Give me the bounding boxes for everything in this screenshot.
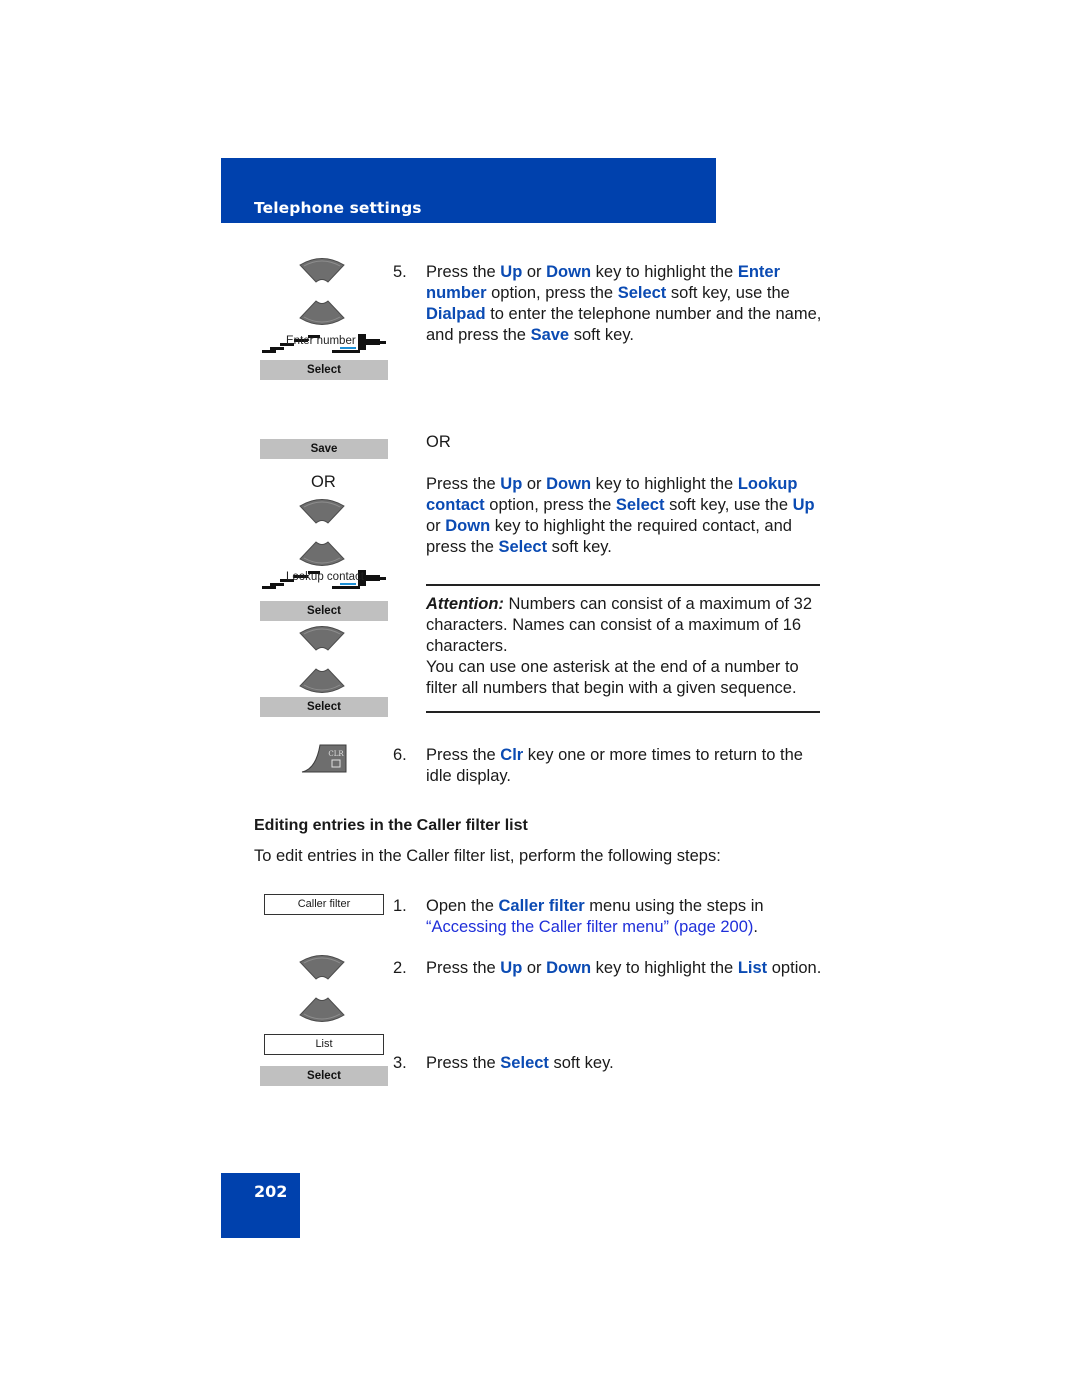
text-run: Press the — [426, 1054, 501, 1072]
clr-key-label: CLR — [328, 750, 344, 758]
attention-bottom-rule — [426, 711, 820, 713]
step-number: 1. — [393, 897, 407, 915]
select-softkey[interactable]: Select — [260, 1066, 388, 1086]
keyword: Up — [792, 496, 815, 514]
step-1-text: Open the Caller filter menu using the st… — [426, 896, 826, 938]
text-run: option, press the — [484, 496, 616, 514]
step-number: 3. — [393, 1054, 407, 1072]
cross-reference-link[interactable]: “Accessing the Caller filter menu” (page… — [426, 918, 753, 936]
text-run: soft key. — [547, 538, 612, 556]
step-3-text: Press the Select soft key. — [426, 1053, 826, 1074]
text-run: option. — [767, 959, 822, 977]
keyword: List — [737, 959, 768, 977]
section-heading: Editing entries in the Caller filter lis… — [254, 817, 528, 834]
text-run: menu using the steps in — [584, 897, 764, 915]
keyword: Down — [445, 517, 491, 535]
keyword: Up — [500, 959, 523, 977]
text-run: Press the — [426, 746, 501, 764]
text-run: key to highlight the — [591, 475, 738, 493]
lookup-contact-menu-item: Lookup contact — [286, 571, 365, 583]
keyword: Down — [546, 263, 592, 281]
page-number: 202 — [254, 1182, 288, 1201]
text-run: key to highlight the — [591, 959, 738, 977]
clr-key-icon[interactable]: CLR — [300, 743, 348, 773]
text-run: . — [753, 918, 758, 936]
caller-filter-menu-item: Caller filter — [264, 894, 384, 915]
text-run: or — [522, 263, 547, 281]
keyword: Select — [617, 284, 667, 302]
up-key-icon — [299, 955, 345, 980]
or-label: OR — [311, 473, 336, 491]
text-run: soft key. — [548, 1054, 614, 1072]
or-separator: OR — [426, 433, 451, 451]
step-2-text: Press the Up or Down key to highlight th… — [426, 958, 826, 979]
keyword: Save — [530, 326, 570, 344]
text-run: option, press the — [486, 284, 618, 302]
up-key-icon — [299, 626, 345, 651]
select-softkey[interactable]: Select — [260, 601, 388, 621]
text-run: key to highlight the — [591, 263, 738, 281]
select-softkey[interactable]: Select — [260, 360, 388, 380]
text-run: soft key, use the — [666, 284, 790, 302]
text-run: Press the — [426, 263, 501, 281]
step-number: 2. — [393, 959, 407, 977]
text-run: Open the — [426, 897, 499, 915]
keyword: Up — [500, 475, 523, 493]
keyword: Down — [546, 959, 592, 977]
text-run: soft key, use the — [664, 496, 793, 514]
keyword: Dialpad — [426, 305, 486, 323]
keyword: Select — [615, 496, 665, 514]
keyword: Select — [500, 1054, 549, 1072]
down-key-icon — [299, 668, 345, 693]
keyword: Down — [546, 475, 592, 493]
text-run: Press the — [426, 959, 501, 977]
step-6-text: Press the Clr key one or more times to r… — [426, 745, 826, 787]
attention-note: Attention: Numbers can consist of a maxi… — [426, 594, 826, 699]
attention-text-2: You can use one asterisk at the end of a… — [426, 658, 799, 697]
text-run: or — [522, 475, 547, 493]
step-5-alternative-text: Press the Up or Down key to highlight th… — [426, 474, 826, 558]
step-number: 5. — [393, 263, 407, 281]
select-softkey[interactable]: Select — [260, 697, 388, 717]
text-run: or — [522, 959, 547, 977]
attention-top-rule — [426, 584, 820, 586]
save-softkey[interactable]: Save — [260, 439, 388, 459]
down-key-icon — [299, 541, 345, 566]
down-key-icon — [299, 300, 345, 325]
text-run: or — [426, 517, 446, 535]
enter-number-menu-item: Enter number — [286, 335, 356, 347]
text-run: Press the — [426, 475, 501, 493]
step-5-text: Press the Up or Down key to highlight th… — [426, 262, 826, 346]
up-key-icon — [299, 499, 345, 524]
section-intro: To edit entries in the Caller filter lis… — [254, 847, 721, 865]
down-key-icon — [299, 997, 345, 1022]
keyword: Up — [500, 263, 523, 281]
text-run: soft key. — [569, 326, 634, 344]
list-menu-item: List — [264, 1034, 384, 1055]
step-number: 6. — [393, 746, 407, 764]
keyword: Clr — [500, 746, 524, 764]
attention-label: Attention: — [426, 595, 504, 613]
up-key-icon — [299, 258, 345, 283]
chapter-title: Telephone settings — [254, 199, 422, 217]
keyword: Select — [498, 538, 548, 556]
keyword: Caller filter — [498, 897, 585, 915]
